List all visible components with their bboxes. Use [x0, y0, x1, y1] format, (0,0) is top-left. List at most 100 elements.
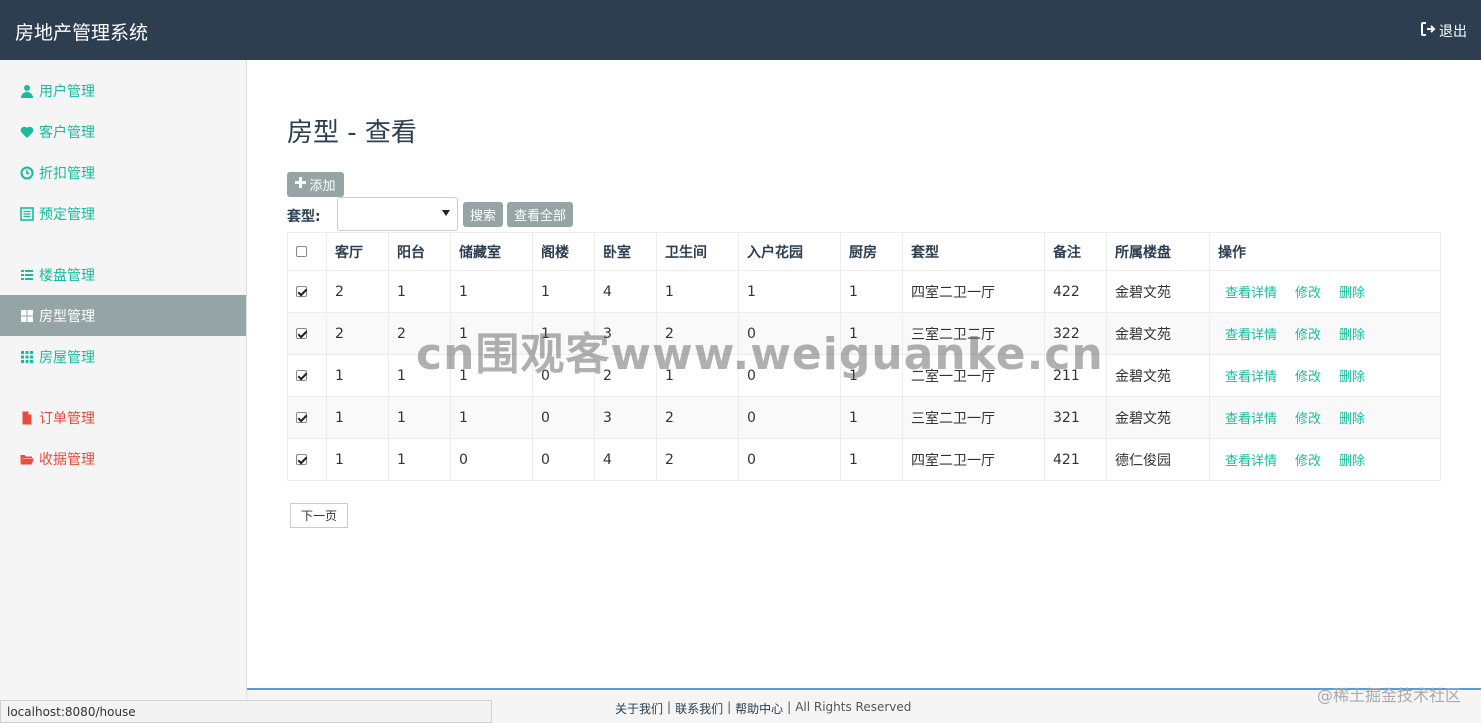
house-type-select[interactable] — [337, 197, 458, 231]
view-detail-link[interactable]: 查看详情 — [1225, 370, 1277, 385]
row-select-cell — [287, 396, 327, 439]
select-all-checkbox[interactable] — [296, 246, 307, 257]
row-select-cell — [287, 270, 327, 313]
folder-open-icon — [20, 452, 34, 466]
logout-label: 退出 — [1439, 24, 1467, 40]
sidebar-item-label: 用户管理 — [39, 83, 95, 100]
logout-button[interactable]: 退出 — [1420, 21, 1467, 41]
sidebar-item-label: 楼盘管理 — [39, 267, 95, 284]
table-cell: 0 — [738, 438, 841, 481]
row-checkbox[interactable] — [296, 328, 307, 339]
table-cell: 1 — [840, 270, 903, 313]
footer-link-help[interactable]: 帮助中心 — [735, 700, 783, 717]
grid-large-icon — [20, 309, 34, 323]
view-detail-link[interactable]: 查看详情 — [1225, 328, 1277, 343]
add-button-label: 添加 — [309, 179, 336, 194]
sidebar-item-reservations[interactable]: 预定管理 — [0, 193, 246, 234]
search-button[interactable]: 搜索 — [463, 202, 503, 227]
column-header: 储藏室 — [450, 232, 533, 271]
table-row: 2 2 1 1 3 2 0 1 三室二卫二厅 322 金碧文苑 查看详情 修改 删除 — [287, 312, 1441, 355]
column-header: 阳台 — [388, 232, 451, 271]
table-cell: 4 — [594, 438, 657, 481]
table-cell: 1 — [326, 438, 389, 481]
table-cell: 1 — [738, 270, 841, 313]
grid-small-icon — [20, 350, 34, 364]
select-all-cell — [287, 232, 327, 271]
footer-links: 关于我们 | 联系我们 | 帮助中心 | All Rights Reserved — [615, 700, 912, 717]
table-cell: 1 — [840, 312, 903, 355]
next-page-button[interactable]: 下一页 — [290, 503, 348, 528]
edit-link[interactable]: 修改 — [1295, 286, 1321, 301]
row-checkbox[interactable] — [296, 454, 307, 465]
browser-status-bar: localhost:8080/house — [0, 700, 492, 723]
table-cell: 二室一卫一厅 — [902, 354, 1045, 397]
view-all-button[interactable]: 查看全部 — [507, 202, 573, 227]
row-checkbox[interactable] — [296, 412, 307, 423]
table-cell: 1 — [840, 438, 903, 481]
table-cell: 1 — [388, 438, 451, 481]
delete-link[interactable]: 删除 — [1339, 370, 1365, 385]
corner-watermark: @稀土掘金技术社区 — [1316, 686, 1461, 705]
footer-link-about[interactable]: 关于我们 — [615, 700, 663, 717]
table-cell: 422 — [1044, 270, 1107, 313]
view-detail-link[interactable]: 查看详情 — [1225, 412, 1277, 427]
view-detail-link[interactable]: 查看详情 — [1225, 286, 1277, 301]
sidebar-item-orders[interactable]: 订单管理 — [0, 397, 246, 438]
delete-link[interactable]: 删除 — [1339, 454, 1365, 469]
sidebar-item-label: 收据管理 — [39, 451, 95, 468]
table-cell: 3 — [594, 396, 657, 439]
row-actions-cell: 查看详情 修改 删除 — [1209, 270, 1441, 313]
edit-link[interactable]: 修改 — [1295, 412, 1321, 427]
edit-link[interactable]: 修改 — [1295, 370, 1321, 385]
table-cell: 德仁俊园 — [1106, 438, 1210, 481]
edit-link[interactable]: 修改 — [1295, 328, 1321, 343]
row-actions-cell: 查看详情 修改 删除 — [1209, 354, 1441, 397]
view-detail-link[interactable]: 查看详情 — [1225, 454, 1277, 469]
table-cell: 1 — [388, 270, 451, 313]
table-cell: 1 — [656, 354, 739, 397]
table-cell: 0 — [532, 396, 595, 439]
row-actions-cell: 查看详情 修改 删除 — [1209, 438, 1441, 481]
column-header: 所属楼盘 — [1106, 232, 1210, 271]
table-cell: 3 — [594, 312, 657, 355]
edit-link[interactable]: 修改 — [1295, 454, 1321, 469]
row-checkbox[interactable] — [296, 370, 307, 381]
table-cell: 0 — [738, 354, 841, 397]
sidebar-item-house-types[interactable]: 房型管理 — [0, 295, 246, 336]
sidebar-item-buildings[interactable]: 楼盘管理 — [0, 254, 246, 295]
table-cell: 421 — [1044, 438, 1107, 481]
add-button[interactable]: 添加 — [287, 172, 344, 197]
table-cell: 0 — [450, 438, 533, 481]
table-cell: 0 — [738, 396, 841, 439]
table-row: 1 1 1 0 2 1 0 1 二室一卫一厅 211 金碧文苑 查看详情 修改 删除 — [287, 354, 1441, 397]
app-title[interactable]: 房地产管理系统 — [15, 18, 148, 45]
top-navbar: 房地产管理系统 退出 — [0, 0, 1481, 60]
sidebar: 用户管理 客户管理 折扣管理 预定管理 楼盘管理 房型管理 房屋管理 订单管理 … — [0, 60, 247, 723]
sidebar-item-houses[interactable]: 房屋管理 — [0, 336, 246, 377]
list-icon — [20, 268, 34, 282]
sidebar-item-receipts[interactable]: 收据管理 — [0, 438, 246, 479]
table-cell: 1 — [840, 354, 903, 397]
row-actions-cell: 查看详情 修改 删除 — [1209, 396, 1441, 439]
table-cell: 1 — [388, 354, 451, 397]
sidebar-item-label: 房屋管理 — [39, 349, 95, 366]
delete-link[interactable]: 删除 — [1339, 286, 1365, 301]
table-row: 2 1 1 1 4 1 1 1 四室二卫一厅 422 金碧文苑 查看详情 修改 删除 — [287, 270, 1441, 313]
table-cell: 三室二卫二厅 — [902, 312, 1045, 355]
sidebar-item-discounts[interactable]: 折扣管理 — [0, 152, 246, 193]
sidebar-item-users[interactable]: 用户管理 — [0, 70, 246, 111]
caret-down-icon — [442, 210, 450, 216]
delete-link[interactable]: 删除 — [1339, 412, 1365, 427]
column-header: 阁楼 — [532, 232, 595, 271]
plus-icon — [295, 177, 307, 192]
table-cell: 1 — [326, 396, 389, 439]
delete-link[interactable]: 删除 — [1339, 328, 1365, 343]
main-content: 房型 - 查看 添加 套型: 搜索 查看全部 客厅 阳台 储藏室 阁楼 卧室 卫… — [247, 60, 1481, 688]
clock-icon — [20, 166, 34, 180]
sidebar-item-customers[interactable]: 客户管理 — [0, 111, 246, 152]
table-cell: 2 — [388, 312, 451, 355]
row-checkbox[interactable] — [296, 286, 307, 297]
house-type-table: 客厅 阳台 储藏室 阁楼 卧室 卫生间 入户花园 厨房 套型 备注 所属楼盘 操… — [287, 232, 1441, 481]
table-cell: 1 — [450, 312, 533, 355]
footer-link-contact[interactable]: 联系我们 — [675, 700, 723, 717]
